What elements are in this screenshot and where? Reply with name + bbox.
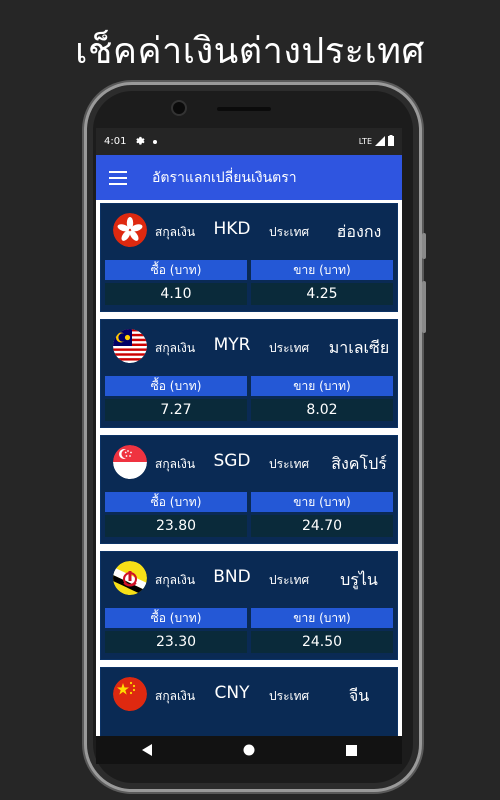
home-icon[interactable] xyxy=(219,736,279,764)
country-name: ฮ่องกง xyxy=(336,222,382,241)
sell-rate: 24.50 xyxy=(251,631,393,653)
country-name: บรูไน xyxy=(340,570,378,589)
status-bar: 4:01 LTE xyxy=(96,128,402,155)
back-icon[interactable] xyxy=(117,736,177,764)
notification-dot-icon xyxy=(153,139,158,144)
status-time: 4:01 xyxy=(104,136,127,147)
network-type: LTE xyxy=(358,137,372,146)
currency-label: สกุลเงิน xyxy=(155,225,196,239)
country-label: ประเทศ xyxy=(269,341,310,355)
rate-card-bnd[interactable]: สกุลเงิน BND ประเทศ บรูไน ซื้อ (บาท) ขาย… xyxy=(100,551,398,660)
currency-label: สกุลเงิน xyxy=(155,573,196,587)
settings-icon xyxy=(134,135,146,149)
volume-button xyxy=(422,281,426,333)
sell-header: ขาย (บาท) xyxy=(251,608,393,628)
currency-label: สกุลเงิน xyxy=(155,341,196,355)
china-flag-icon xyxy=(113,677,147,711)
sell-header: ขาย (บาท) xyxy=(251,492,393,512)
buy-rate: 7.27 xyxy=(105,399,247,421)
country-name: จีน xyxy=(348,686,370,705)
malaysia-flag-icon xyxy=(113,329,147,363)
signal-icon xyxy=(375,135,385,148)
rate-list[interactable]: สกุลเงิน HKD ประเทศ ฮ่องกง ซื้อ (บาท) ขา… xyxy=(96,200,402,736)
currency-code: SGD xyxy=(213,451,251,471)
front-camera xyxy=(173,102,185,114)
sell-header: ขาย (บาท) xyxy=(251,376,393,396)
system-nav-bar xyxy=(96,736,402,764)
rate-card-cny[interactable]: สกุลเงิน CNY ประเทศ จีน xyxy=(100,667,398,736)
buy-header: ซื้อ (บาท) xyxy=(105,260,247,280)
app-title: อัตราแลกเปลี่ยนเงินตรา xyxy=(152,169,297,186)
status-right: LTE xyxy=(359,135,394,148)
currency-code: MYR xyxy=(213,335,251,355)
currency-label: สกุลเงิน xyxy=(155,457,196,471)
singapore-flag-icon xyxy=(113,445,147,479)
rate-card-hkd[interactable]: สกุลเงิน HKD ประเทศ ฮ่องกง ซื้อ (บาท) ขา… xyxy=(100,203,398,312)
sell-rate: 8.02 xyxy=(251,399,393,421)
currency-code: BND xyxy=(213,567,251,587)
currency-label: สกุลเงิน xyxy=(155,689,196,703)
buy-header: ซื้อ (บาท) xyxy=(105,492,247,512)
buy-rate: 23.30 xyxy=(105,631,247,653)
buy-header: ซื้อ (บาท) xyxy=(105,608,247,628)
country-label: ประเทศ xyxy=(269,689,310,703)
currency-code: HKD xyxy=(213,219,251,239)
buy-rate: 23.80 xyxy=(105,515,247,537)
rate-card-myr[interactable]: สกุลเงิน MYR ประเทศ มาเลเซีย ซื้อ (บาท) … xyxy=(100,319,398,428)
country-label: ประเทศ xyxy=(269,573,310,587)
country-label: ประเทศ xyxy=(269,225,310,239)
sell-rate: 4.25 xyxy=(251,283,393,305)
app-bar: อัตราแลกเปลี่ยนเงินตรา xyxy=(96,155,402,200)
buy-rate: 4.10 xyxy=(105,283,247,305)
currency-code: CNY xyxy=(214,683,250,703)
country-label: ประเทศ xyxy=(269,457,310,471)
country-name: มาเลเซีย xyxy=(328,338,390,357)
recents-icon[interactable] xyxy=(321,736,381,764)
promo-headline: เช็คค่าเงินต่างประเทศ xyxy=(75,31,425,72)
power-button xyxy=(422,233,426,259)
rate-card-sgd[interactable]: สกุลเงิน SGD ประเทศ สิงคโปร์ ซื้อ (บาท) … xyxy=(100,435,398,544)
app-screen: 4:01 LTE อัตราแลกเปลี่ยนเงินตรา สกุลเงิน… xyxy=(96,128,402,736)
sell-rate: 24.70 xyxy=(251,515,393,537)
battery-icon xyxy=(388,135,394,148)
buy-header: ซื้อ (บาท) xyxy=(105,376,247,396)
sell-header: ขาย (บาท) xyxy=(251,260,393,280)
earpiece-speaker xyxy=(217,107,271,111)
hong-kong-flag-icon xyxy=(113,213,147,247)
country-name: สิงคโปร์ xyxy=(331,454,387,473)
hamburger-menu-icon[interactable] xyxy=(96,155,140,200)
brunei-flag-icon xyxy=(113,561,147,595)
